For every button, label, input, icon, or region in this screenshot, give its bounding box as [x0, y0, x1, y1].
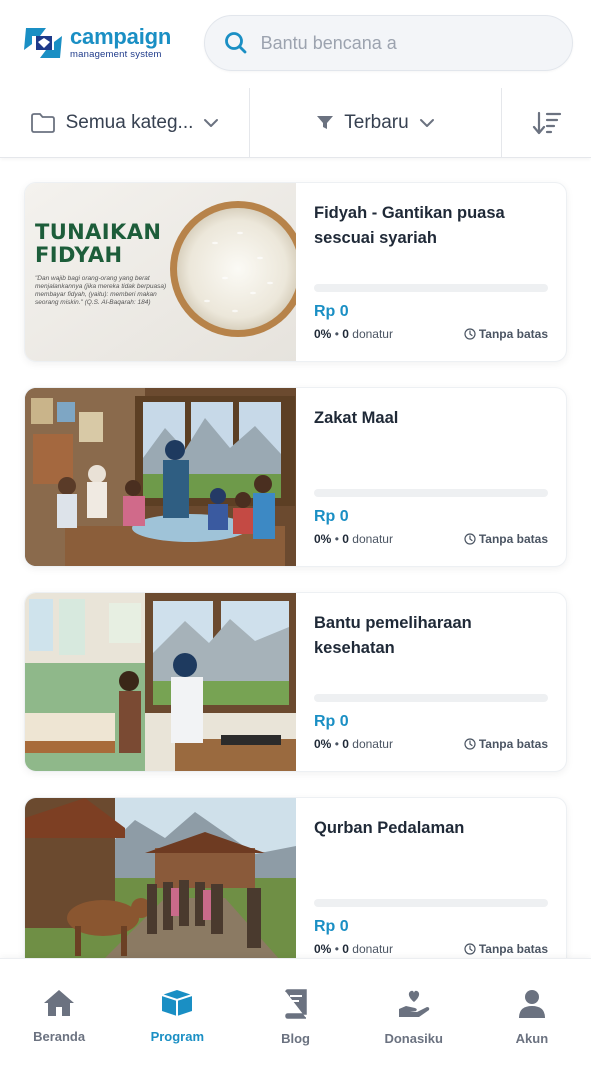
- bottom-navigation: Beranda Program Blog Donasiku Akun: [0, 958, 591, 1071]
- campaign-duration: Tanpa batas: [478, 942, 548, 956]
- meta-separator: •: [334, 737, 339, 751]
- donor-label: donatur: [352, 532, 393, 546]
- home-icon: [44, 990, 75, 1016]
- campaign-amount: Rp 0: [314, 918, 349, 935]
- progress-bar: [314, 284, 548, 292]
- search-icon[interactable]: [223, 30, 249, 56]
- campaign-image-fidyah[interactable]: TUNAIKAN FIDYAH "Dan wajib bagi orang-or…: [25, 183, 296, 361]
- fidyah-headline: TUNAIKAN FIDYAH: [35, 220, 162, 267]
- nav-item-beranda[interactable]: Beranda: [0, 959, 118, 1071]
- box-icon: [161, 990, 193, 1016]
- progress-percent: 0%: [314, 942, 332, 956]
- clock-icon: [464, 738, 476, 750]
- progress-bar: [314, 694, 548, 702]
- nav-item-blog[interactable]: Blog: [236, 959, 354, 1071]
- book-icon: [284, 989, 307, 1019]
- app-header: campaign management system: [0, 0, 591, 86]
- campaign-title[interactable]: Bantu pemeliharaan kesehatan: [314, 611, 548, 661]
- donor-count: 0: [342, 327, 349, 341]
- progress-bar: [314, 899, 548, 907]
- campaign-list: TUNAIKAN FIDYAH "Dan wajib bagi orang-or…: [24, 182, 567, 977]
- campaign-card[interactable]: Bantu pemeliharaan kesehatan Rp 0 0% • 0…: [24, 592, 567, 772]
- campaign-image-kesehatan[interactable]: [25, 593, 296, 771]
- user-icon: [518, 990, 545, 1018]
- campaign-amount: Rp 0: [314, 508, 349, 525]
- brand-logo[interactable]: campaign management system: [22, 24, 192, 62]
- campaign-card[interactable]: Zakat Maal Rp 0 0% • 0 donatur Tanpa bat…: [24, 387, 567, 567]
- nav-label: Program: [150, 1029, 205, 1044]
- folder-icon: [30, 112, 56, 134]
- progress-percent: 0%: [314, 532, 332, 546]
- sort-order-toggle[interactable]: [502, 88, 591, 158]
- search-input[interactable]: [260, 32, 541, 54]
- progress-bar: [314, 489, 548, 497]
- campaign-amount: Rp 0: [314, 303, 349, 320]
- nav-item-akun[interactable]: Akun: [473, 959, 591, 1071]
- meta-separator: •: [334, 532, 339, 546]
- sort-filter-label: Terbaru: [344, 111, 409, 133]
- campaign-duration: Tanpa batas: [478, 327, 548, 341]
- category-filter-label: Semua kateg...: [65, 111, 194, 133]
- campaign-image-qurban[interactable]: [25, 798, 296, 976]
- campaign-duration: Tanpa batas: [478, 532, 548, 546]
- logo-icon: [24, 28, 62, 58]
- campaign-image-zakat-maal[interactable]: [25, 388, 296, 566]
- filter-funnel-icon: [316, 115, 334, 131]
- sort-filter[interactable]: Terbaru: [250, 87, 502, 158]
- donor-count: 0: [342, 942, 349, 956]
- campaign-title[interactable]: Zakat Maal: [314, 406, 548, 431]
- donor-count: 0: [342, 737, 349, 751]
- progress-percent: 0%: [314, 327, 332, 341]
- brand-subtitle: management system: [70, 49, 162, 61]
- filter-bar: Semua kateg... Terbaru: [0, 87, 591, 158]
- nav-item-program[interactable]: Program: [118, 959, 236, 1071]
- donor-label: donatur: [352, 737, 393, 751]
- clock-icon: [464, 533, 476, 545]
- campaign-meta: 0% • 0 donatur Tanpa batas: [314, 942, 548, 956]
- campaign-card[interactable]: TUNAIKAN FIDYAH "Dan wajib bagi orang-or…: [24, 182, 567, 362]
- chevron-down-icon: [419, 118, 435, 128]
- donor-count: 0: [342, 532, 349, 546]
- meta-separator: •: [334, 942, 339, 956]
- progress-percent: 0%: [314, 737, 332, 751]
- campaign-card[interactable]: Qurban Pedalaman Rp 0 0% • 0 donatur Tan…: [24, 797, 567, 977]
- chevron-down-icon: [203, 118, 219, 128]
- campaign-meta: 0% • 0 donatur Tanpa batas: [314, 532, 548, 546]
- campaign-title[interactable]: Fidyah - Gantikan puasa sescuai syariah: [314, 201, 548, 251]
- nav-label: Beranda: [33, 1029, 86, 1044]
- clock-icon: [464, 943, 476, 955]
- campaign-amount: Rp 0: [314, 713, 349, 730]
- campaign-meta: 0% • 0 donatur Tanpa batas: [314, 737, 548, 751]
- search-bar[interactable]: [203, 15, 573, 71]
- donor-label: donatur: [352, 942, 393, 956]
- campaign-duration: Tanpa batas: [478, 737, 548, 751]
- hand-heart-icon: [398, 990, 429, 1017]
- campaign-title[interactable]: Qurban Pedalaman: [314, 816, 548, 841]
- fidyah-quote: "Dan wajib bagi orang-orang yang berat m…: [35, 275, 167, 306]
- nav-label: Donasiku: [384, 1031, 443, 1046]
- category-filter[interactable]: Semua kateg...: [0, 87, 250, 158]
- clock-icon: [464, 328, 476, 340]
- sort-descending-icon[interactable]: [532, 110, 562, 136]
- nav-label: Blog: [281, 1031, 310, 1046]
- meta-separator: •: [334, 327, 339, 341]
- brand-title: campaign: [70, 24, 172, 50]
- nav-item-donasiku[interactable]: Donasiku: [355, 959, 473, 1071]
- campaign-meta: 0% • 0 donatur Tanpa batas: [314, 327, 548, 341]
- nav-label: Akun: [515, 1031, 549, 1046]
- donor-label: donatur: [352, 327, 393, 341]
